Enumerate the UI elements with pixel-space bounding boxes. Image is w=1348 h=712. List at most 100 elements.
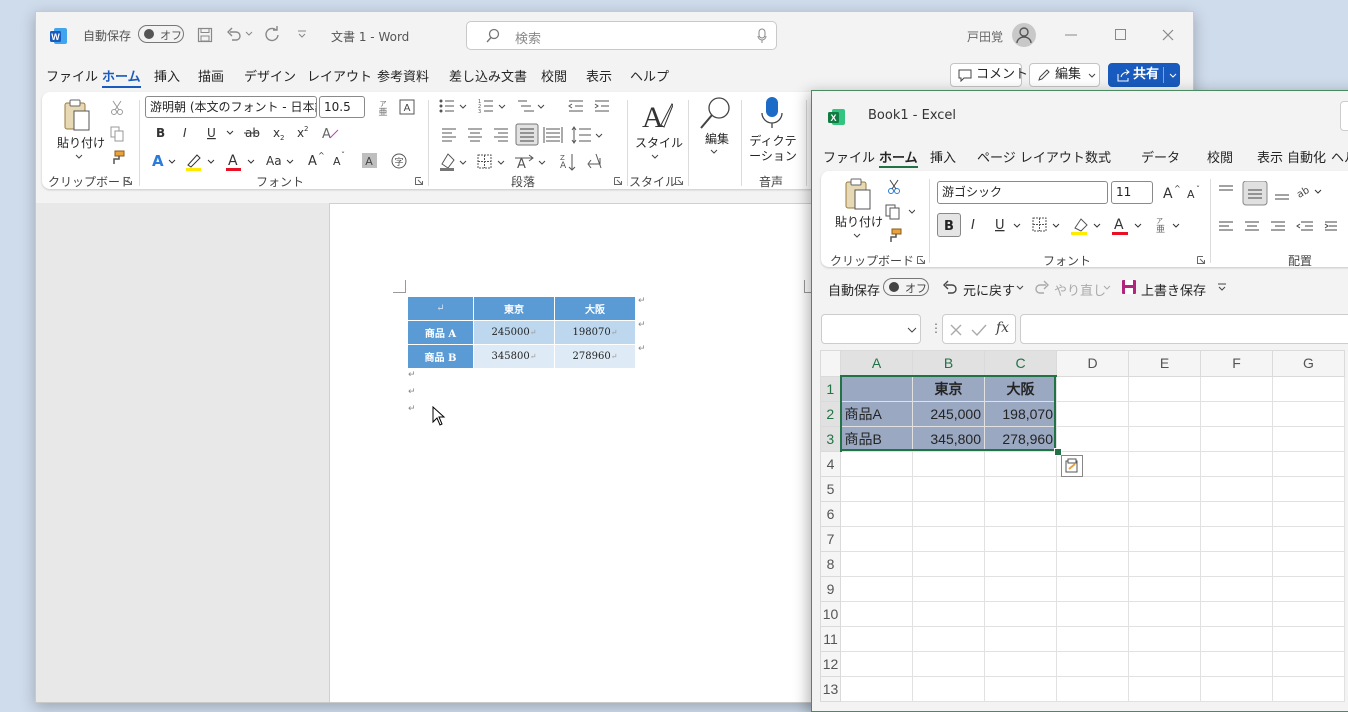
cell-E2[interactable] <box>1128 401 1201 427</box>
cell-G12[interactable] <box>1272 651 1345 677</box>
more-options-icon[interactable]: ⋮ <box>930 321 942 335</box>
paste-label[interactable]: 貼り付け <box>57 134 105 151</box>
font-size-select[interactable]: 10.5 <box>319 96 365 118</box>
avatar[interactable] <box>1012 23 1036 47</box>
cell-C7[interactable] <box>984 526 1057 552</box>
tab-word-3[interactable]: 描画 <box>198 66 224 85</box>
enter-icon[interactable] <box>971 323 987 337</box>
maximize-icon[interactable] <box>1115 29 1127 41</box>
cell-B1[interactable]: 東京 <box>912 375 985 402</box>
cell-E5[interactable] <box>1128 476 1201 502</box>
cell-B7[interactable] <box>912 526 985 552</box>
save-label[interactable]: 上書き保存 <box>1141 280 1206 299</box>
cell-A9[interactable] <box>840 576 913 602</box>
quick-analysis-button[interactable] <box>1061 455 1083 477</box>
chevron-down-icon[interactable] <box>1103 285 1111 291</box>
cell-C3[interactable]: 278,960 <box>984 426 1057 452</box>
dialog-launcher-icon[interactable] <box>1197 256 1205 264</box>
cell-A11[interactable] <box>840 626 913 652</box>
select-all-corner[interactable] <box>820 350 841 377</box>
name-box[interactable] <box>821 314 921 344</box>
word-table[interactable]: ↵ 東京 大阪 商品 A 245000↵ 198070↵ 商品 B 345800… <box>407 296 636 369</box>
tab-word-0[interactable]: ファイル <box>46 66 98 85</box>
dialog-launcher-icon[interactable] <box>124 177 132 185</box>
cell-D7[interactable] <box>1056 526 1129 552</box>
cell-F3[interactable] <box>1200 426 1273 452</box>
find-icon[interactable] <box>699 96 731 130</box>
font-size-select[interactable]: 11 <box>1111 181 1153 204</box>
cell-C2[interactable]: 198,070 <box>984 401 1057 427</box>
table-row-header[interactable]: 商品 A <box>407 320 474 345</box>
comment-button[interactable]: コメント <box>950 63 1028 87</box>
table-cell[interactable]: 198070↵ <box>554 320 636 345</box>
cell-B5[interactable] <box>912 476 985 502</box>
styles-icon[interactable]: A <box>639 99 673 131</box>
row-header-3[interactable]: 3 <box>820 426 842 452</box>
edit-label[interactable]: 編集 <box>705 130 729 147</box>
undo-dropdown-icon[interactable] <box>245 31 253 37</box>
tab-word-4[interactable]: デザイン <box>244 66 296 85</box>
tab-word-10[interactable]: ヘルプ <box>630 66 669 85</box>
autosave-toggle[interactable]: オフ <box>883 278 929 296</box>
cell-C6[interactable] <box>984 501 1057 527</box>
cut-icon[interactable] <box>110 100 124 116</box>
customize-qat-icon[interactable] <box>297 29 307 39</box>
cancel-icon[interactable] <box>949 323 963 337</box>
redo-label[interactable]: やり直し <box>1054 280 1106 299</box>
chevron-down-icon[interactable] <box>651 154 659 160</box>
undo-label[interactable]: 元に戻す <box>963 280 1015 299</box>
cell-E4[interactable] <box>1128 451 1201 477</box>
cell-F1[interactable] <box>1200 375 1273 402</box>
dialog-launcher-icon[interactable] <box>917 256 925 264</box>
microphone-icon[interactable] <box>760 96 784 130</box>
cell-B11[interactable] <box>912 626 985 652</box>
cell-A5[interactable] <box>840 476 913 502</box>
cell-A1[interactable] <box>840 375 913 402</box>
cell-C10[interactable] <box>984 601 1057 627</box>
cell-A4[interactable] <box>840 451 913 477</box>
cell-C13[interactable] <box>984 676 1057 702</box>
cell-F2[interactable] <box>1200 401 1273 427</box>
tab-word-8[interactable]: 校閲 <box>541 66 567 85</box>
font-size-buttons[interactable]: A ^ A ˇ <box>1161 183 1205 201</box>
cell-F11[interactable] <box>1200 626 1273 652</box>
save-icon[interactable] <box>1121 279 1137 295</box>
tab-excel-2[interactable]: 挿入 <box>930 147 956 166</box>
tab-word-6[interactable]: 参考資料 <box>377 66 429 85</box>
cell-B8[interactable] <box>912 551 985 577</box>
format-painter-icon[interactable] <box>109 150 125 166</box>
cell-F9[interactable] <box>1200 576 1273 602</box>
paste-icon[interactable] <box>843 177 873 211</box>
cell-C11[interactable] <box>984 626 1057 652</box>
cell-B4[interactable] <box>912 451 985 477</box>
cell-E13[interactable] <box>1128 676 1201 702</box>
styles-label[interactable]: スタイル <box>635 134 683 151</box>
table-cell[interactable]: ↵ <box>407 296 474 321</box>
cell-C12[interactable] <box>984 651 1057 677</box>
dialog-launcher-icon[interactable] <box>675 177 683 185</box>
table-cell[interactable]: 245000↵ <box>473 320 555 345</box>
cell-G1[interactable] <box>1272 375 1345 402</box>
row-header-10[interactable]: 10 <box>820 601 841 627</box>
dialog-launcher-icon[interactable] <box>614 177 622 185</box>
font-format-buttons[interactable]: I U A ア亜 <box>967 215 1207 237</box>
cell-D8[interactable] <box>1056 551 1129 577</box>
cell-A6[interactable] <box>840 501 913 527</box>
cell-B3[interactable]: 345,800 <box>912 426 985 452</box>
font-style-buttons[interactable]: B I U ab x2 x2 A <box>152 124 462 142</box>
row-header-8[interactable]: 8 <box>820 551 841 577</box>
cell-G7[interactable] <box>1272 526 1345 552</box>
tab-word-1[interactable]: ホーム <box>102 66 141 88</box>
table-cell[interactable]: 278960↵ <box>554 344 636 369</box>
tab-excel-5[interactable]: データ <box>1141 147 1180 166</box>
cell-A13[interactable] <box>840 676 913 702</box>
row-header-7[interactable]: 7 <box>820 526 841 552</box>
cell-G10[interactable] <box>1272 601 1345 627</box>
search-box[interactable]: 検索 <box>466 21 777 50</box>
column-header-G[interactable]: G <box>1272 350 1345 377</box>
tab-excel-9[interactable]: ヘル <box>1331 147 1348 166</box>
tab-word-2[interactable]: 挿入 <box>154 66 180 85</box>
cell-D3[interactable] <box>1056 426 1129 452</box>
cell-G9[interactable] <box>1272 576 1345 602</box>
cell-A8[interactable] <box>840 551 913 577</box>
